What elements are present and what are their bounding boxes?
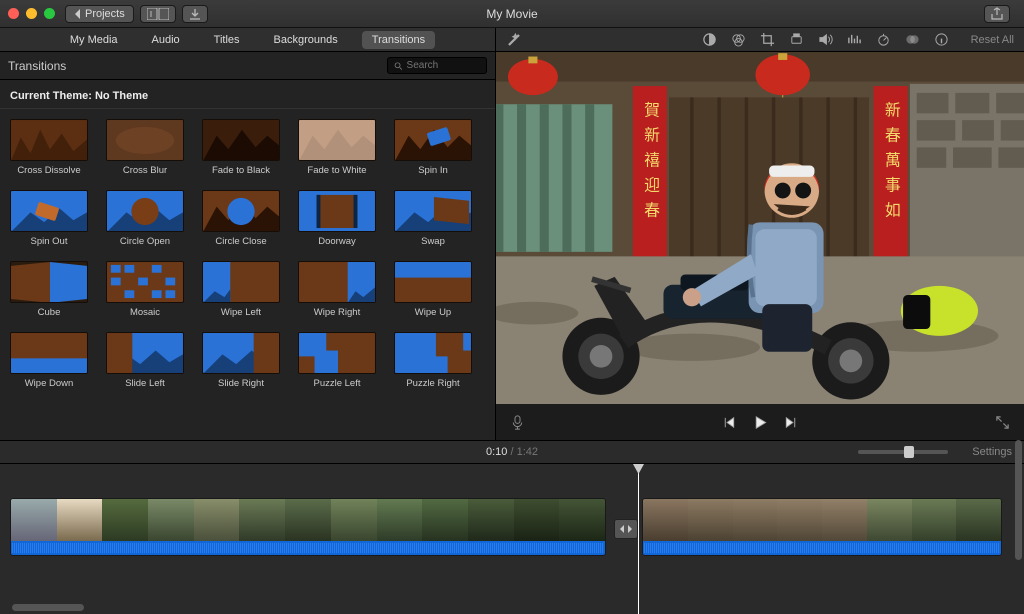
svg-text:禧: 禧 (644, 152, 660, 170)
noise-reduction-icon[interactable] (847, 32, 862, 47)
transition-item[interactable]: Swap (394, 190, 472, 247)
timeline-clip[interactable] (10, 498, 606, 556)
share-button[interactable] (984, 5, 1010, 23)
stabilization-icon[interactable] (789, 32, 804, 47)
zoom-icon[interactable] (44, 8, 55, 19)
transition-item[interactable]: Wipe Left (202, 261, 280, 318)
window-controls (8, 8, 55, 19)
voiceover-icon[interactable] (510, 415, 525, 430)
info-icon[interactable] (934, 32, 949, 47)
transition-item[interactable]: Circle Close (202, 190, 280, 247)
svg-text:迎: 迎 (644, 177, 660, 195)
svg-text:新: 新 (644, 127, 660, 145)
svg-text:賀: 賀 (644, 102, 660, 120)
timeline[interactable] (0, 464, 1024, 614)
play-button[interactable] (753, 415, 768, 430)
speed-icon[interactable] (876, 32, 891, 47)
transition-item[interactable]: Puzzle Right (394, 332, 472, 389)
svg-text:如: 如 (885, 202, 901, 220)
search-input[interactable] (407, 60, 480, 71)
transition-item[interactable]: Puzzle Left (298, 332, 376, 389)
prev-frame-button[interactable] (722, 415, 737, 430)
svg-text:春: 春 (885, 127, 901, 145)
search-icon (394, 61, 403, 71)
timeline-scrollbar[interactable] (12, 604, 84, 611)
transition-item[interactable]: Circle Open (106, 190, 184, 247)
timeline-header: 0:10 / 1:42 Settings (0, 440, 1024, 464)
playhead[interactable] (638, 464, 639, 614)
tab-backgrounds[interactable]: Backgrounds (264, 31, 348, 49)
preview-frame: 賀新禧迎春 新春萬事如 (496, 52, 1024, 404)
tab-titles[interactable]: Titles (204, 31, 250, 49)
transition-item[interactable]: Fade to White (298, 119, 376, 176)
browser-tabs: My Media Audio Titles Backgrounds Transi… (0, 28, 495, 52)
playback-bar (496, 404, 1024, 440)
magic-wand-icon[interactable] (506, 32, 521, 47)
transition-item[interactable]: Spin In (394, 119, 472, 176)
transition-item[interactable]: Wipe Right (298, 261, 376, 318)
viewer-pane: Reset All 賀新禧迎春 新春萬事如 (496, 28, 1024, 440)
app-window: Projects My Movie My Media Audio Titles … (0, 0, 1024, 614)
transition-item[interactable]: Fade to Black (202, 119, 280, 176)
transition-item[interactable]: Cross Blur (106, 119, 184, 176)
transition-in-timeline[interactable] (614, 519, 638, 539)
tab-transitions[interactable]: Transitions (362, 31, 435, 49)
transition-item[interactable]: Cross Dissolve (10, 119, 88, 176)
timeline-clip[interactable] (642, 498, 1002, 556)
search-field (387, 57, 487, 74)
reset-all-button[interactable]: Reset All (971, 34, 1014, 46)
section-title: Transitions (8, 59, 66, 73)
transition-item[interactable]: Doorway (298, 190, 376, 247)
next-frame-button[interactable] (784, 415, 799, 430)
browser-pane: My Media Audio Titles Backgrounds Transi… (0, 28, 496, 440)
color-correction-icon[interactable] (731, 32, 746, 47)
svg-text:事: 事 (885, 177, 901, 195)
transition-item[interactable]: Wipe Up (394, 261, 472, 318)
titlebar: Projects My Movie (0, 0, 1024, 28)
color-balance-icon[interactable] (702, 32, 717, 47)
timeline-settings-button[interactable]: Settings (972, 446, 1012, 458)
svg-text:春: 春 (644, 202, 660, 220)
import-button[interactable] (182, 5, 208, 23)
transition-item[interactable]: Wipe Down (10, 332, 88, 389)
vertical-scrollbar[interactable] (1015, 440, 1022, 560)
minimize-icon[interactable] (26, 8, 37, 19)
svg-text:萬: 萬 (885, 152, 901, 170)
transitions-grid: Cross Dissolve Cross Blur Fade to Black … (0, 109, 495, 440)
zoom-slider[interactable] (858, 450, 948, 454)
transition-item[interactable]: Spin Out (10, 190, 88, 247)
transition-item[interactable]: Mosaic (106, 261, 184, 318)
library-toggle-button[interactable] (140, 5, 176, 23)
tab-my-media[interactable]: My Media (60, 31, 128, 49)
clip-filter-icon[interactable] (905, 32, 920, 47)
tab-audio[interactable]: Audio (142, 31, 190, 49)
back-to-projects-button[interactable]: Projects (65, 5, 134, 23)
svg-text:新: 新 (885, 102, 901, 120)
transition-item[interactable]: Slide Right (202, 332, 280, 389)
viewer-toolbar: Reset All (496, 28, 1024, 52)
current-theme: Current Theme: No Theme (0, 80, 495, 109)
close-icon[interactable] (8, 8, 19, 19)
video-viewer[interactable]: 賀新禧迎春 新春萬事如 (496, 52, 1024, 404)
crop-icon[interactable] (760, 32, 775, 47)
transition-item[interactable]: Cube (10, 261, 88, 318)
transition-item[interactable]: Slide Left (106, 332, 184, 389)
fullscreen-icon[interactable] (995, 415, 1010, 430)
volume-icon[interactable] (818, 32, 833, 47)
time-counter: 0:10 / 1:42 (486, 446, 538, 458)
